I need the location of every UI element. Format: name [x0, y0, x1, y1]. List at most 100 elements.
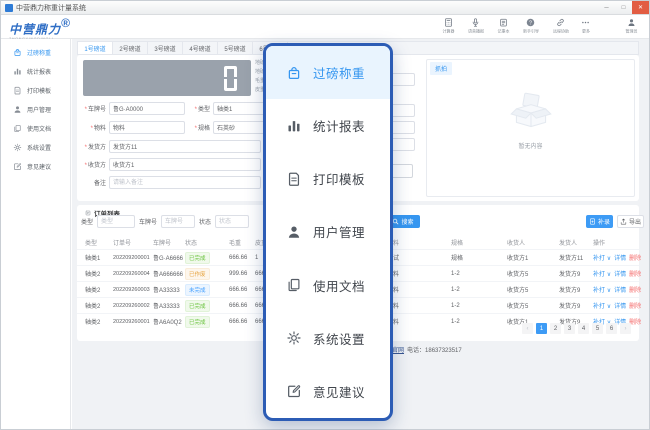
snapshot-tab[interactable]: 抓拍: [430, 62, 452, 75]
plate-label: *车牌号: [79, 104, 109, 113]
receiver-input[interactable]: [109, 158, 261, 171]
remark-row: 备注: [79, 176, 261, 189]
nav-menu-item[interactable]: 过磅称重: [266, 46, 390, 99]
lane-tab[interactable]: 4号磅道: [183, 42, 218, 54]
status-badge: 已完成: [185, 252, 210, 264]
delete-link[interactable]: 删除: [629, 285, 641, 294]
nav-menu-item[interactable]: 意见建议: [266, 365, 390, 418]
filter-plate-input[interactable]: [161, 215, 195, 228]
toolbar-button[interactable]: 计算器: [441, 18, 456, 35]
nav-menu-item[interactable]: 用户管理: [266, 205, 390, 258]
snapshot-panel: 抓拍 暂无内容: [426, 59, 635, 197]
toolbar-button[interactable]: 远程协助: [551, 18, 571, 35]
nav-menu-item[interactable]: 打印模板: [266, 152, 390, 205]
receiver-row: *收货方: [79, 158, 261, 171]
empty-state-text: 暂无内容: [427, 141, 634, 150]
cell-material: 测试: [387, 253, 451, 262]
detail-link[interactable]: 详情: [614, 269, 626, 278]
sidebar-item-icon: [13, 48, 22, 57]
delete-link[interactable]: 删除: [629, 269, 641, 278]
reprint-link[interactable]: 补打 ∨: [593, 269, 611, 278]
led-digit-zero: 0: [224, 66, 237, 91]
detail-link[interactable]: 详情: [614, 301, 626, 310]
delete-link[interactable]: 删除: [629, 301, 641, 310]
toolbar-button[interactable]: 更多: [581, 18, 591, 35]
cell-plate: 鲁A6A0Q2: [153, 317, 185, 326]
sidebar-item[interactable]: 统计报表: [1, 62, 70, 81]
toolbar-label: 计算器: [442, 29, 454, 35]
reprint-link[interactable]: 补打 ∨: [593, 285, 611, 294]
detail-link[interactable]: 详情: [614, 285, 626, 294]
nav-menu-item[interactable]: 系统设置: [266, 312, 390, 365]
nav-menu-item[interactable]: 使用文档: [266, 259, 390, 312]
nav-menu-item[interactable]: 统计报表: [266, 99, 390, 152]
sidebar-item[interactable]: 使用文档: [1, 119, 70, 138]
cell-actions: 补打 ∨ 详情 删除: [593, 253, 639, 262]
footer-link[interactable]: 官网: [392, 345, 404, 354]
lane-tab[interactable]: 5号磅道: [218, 42, 253, 54]
lane-tab[interactable]: 2号磅道: [113, 42, 148, 54]
cell-plate: 鲁A33333: [153, 301, 185, 310]
nav-menu-item-label: 系统设置: [313, 329, 365, 348]
user-menu[interactable]: 管理员: [624, 18, 639, 35]
remark-input[interactable]: [109, 176, 261, 189]
page-button[interactable]: 3: [564, 323, 575, 334]
reprint-link[interactable]: 补打 ∨: [593, 301, 611, 310]
page-button[interactable]: 5: [592, 323, 603, 334]
sidebar-item[interactable]: 意见建议: [1, 157, 70, 176]
page-button[interactable]: 2: [550, 323, 561, 334]
nav-menu-item-icon: [286, 65, 302, 81]
filter-status-input[interactable]: [215, 215, 249, 228]
makeup-entry-button[interactable]: 补录: [586, 215, 613, 228]
minimize-button[interactable]: ─: [598, 1, 615, 14]
sidebar-item-icon: [13, 86, 22, 95]
delete-link[interactable]: 删除: [629, 253, 641, 262]
sidebar-item[interactable]: 过磅称重: [1, 43, 70, 62]
spec-label: *规格: [187, 123, 213, 132]
page-button[interactable]: ›: [620, 323, 631, 334]
cell-status: 已作废: [185, 268, 229, 280]
lane-tab-label: 3号磅道: [154, 44, 175, 53]
filter-type-input[interactable]: [97, 215, 135, 228]
nav-menu-item-icon: [286, 330, 302, 346]
cell-sender: 发货方9: [559, 285, 593, 294]
toolbar-button[interactable]: 记事本: [496, 18, 511, 35]
cell-gross: 666.66: [229, 319, 255, 325]
toolbar-button[interactable]: ? 新手引导: [521, 18, 541, 35]
page-button[interactable]: 4: [578, 323, 589, 334]
reprint-link[interactable]: 补打 ∨: [593, 253, 611, 262]
page-button[interactable]: 1: [536, 323, 547, 334]
cell-material: 石料: [387, 269, 451, 278]
plate-input[interactable]: [109, 102, 185, 115]
detail-link[interactable]: 详情: [614, 253, 626, 262]
page-button[interactable]: 6: [606, 323, 617, 334]
close-button[interactable]: ✕: [632, 1, 649, 14]
cell-type: 轴类2: [85, 269, 113, 278]
sidebar-item[interactable]: 用户管理: [1, 100, 70, 119]
app-header: 中营鼎力® ZHONGYINGDINGLI 计算器 语音播报 记事本 ? 新手引…: [1, 15, 649, 39]
cell-material: 石料: [387, 317, 451, 326]
sender-input[interactable]: [109, 140, 261, 153]
receiver-label: *收货方: [79, 160, 109, 169]
lane-tab-label: 2号磅道: [119, 44, 140, 53]
sidebar-item-icon: [13, 105, 22, 114]
toolbar-button[interactable]: 语音播报: [466, 18, 486, 35]
sidebar-item-label: 打印模板: [27, 86, 51, 95]
sidebar-item-label: 用户管理: [27, 105, 51, 114]
cell-type: 轴类2: [85, 285, 113, 294]
page-button[interactable]: ‹: [522, 323, 533, 334]
maximize-button[interactable]: □: [615, 1, 632, 14]
plate-row: *车牌号 *类型: [79, 102, 291, 115]
sidebar-item-label: 系统设置: [27, 143, 51, 152]
sidebar-item[interactable]: 打印模板: [1, 81, 70, 100]
sidebar-item[interactable]: 系统设置: [1, 138, 70, 157]
cell-receiver: 收货方5: [507, 301, 559, 310]
toolbar-label: 新手引导: [523, 29, 539, 35]
lane-tab[interactable]: 1号磅道: [78, 42, 113, 54]
cell-plate: 鲁A33333: [153, 285, 185, 294]
material-input[interactable]: [109, 121, 185, 134]
lane-tab[interactable]: 3号磅道: [148, 42, 183, 54]
nav-menu-modal: 过磅称重 统计报表 打印模板 用户管理 使用文档 系统设置 意见建议: [263, 43, 393, 421]
caret-down-icon: ∨: [607, 272, 611, 278]
export-button[interactable]: 导出: [617, 215, 644, 228]
